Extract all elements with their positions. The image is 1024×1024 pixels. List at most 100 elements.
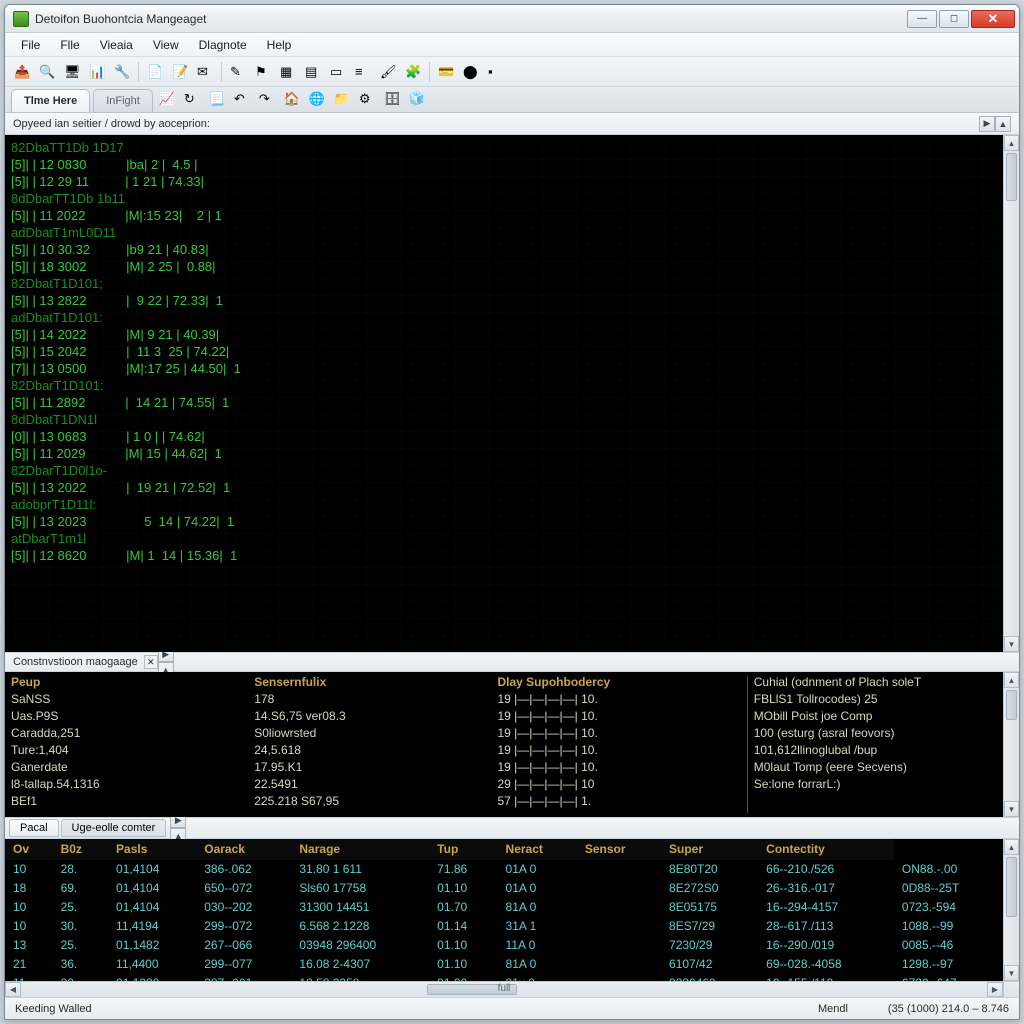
tab-inactive[interactable]: InFight [93,89,153,112]
mid-cell: 14.S6,75 ver08.3 [254,708,497,725]
main-vertical-scrollbar[interactable]: ▲ ▼ [1003,135,1019,652]
panel-scroll-right-icon[interactable]: ▶ [979,116,995,132]
terminal-output[interactable]: 82DbaTT1Db 1D17[5]| | 12 0830 |ba| 2 | 4… [5,135,1003,652]
chart-icon[interactable]: 📊 [86,61,108,83]
col-pasls[interactable]: Pasls [108,839,196,860]
cube-icon[interactable]: 🧊 [406,88,428,110]
doc-icon[interactable]: 📄 [144,61,166,83]
col-ov[interactable]: Ov [5,839,53,860]
mid-cell: 101,612llinoglubal /bup [754,742,997,759]
panel-scroll-controls: ▶ ▲ [979,116,1011,132]
col-super[interactable]: Super [661,839,758,860]
export-icon[interactable]: 📤 [11,61,33,83]
mid-col-3: Cuhial (odnment of Plach soleTFBLlS1 Tol… [754,674,997,815]
boxes-icon[interactable]: ▦ [277,61,299,83]
table-row[interactable]: 1325.01,1482267--06603948 29640001.1011A… [5,936,1003,955]
bottom-tab-pacal[interactable]: Pacal [9,819,59,837]
mid-cell: 17.95.K1 [254,759,497,776]
flag-icon[interactable]: ⚑ [252,61,274,83]
scroll-thumb[interactable] [1006,690,1017,720]
scroll-thumb[interactable] [1006,857,1017,917]
tab-toolbar: 📈↻📃↶↷🏠🌐📁⚙🗄🧊 [156,88,428,112]
edit-doc-icon[interactable]: 📝 [169,61,191,83]
globe-icon[interactable]: 🌐 [306,88,328,110]
lines-icon[interactable]: ≡ [352,61,374,83]
scroll-down-icon[interactable]: ▼ [1004,801,1019,817]
menu-flle[interactable]: Flle [50,35,89,55]
menu-dlagnote[interactable]: Dlagnote [189,35,257,55]
col-oarack[interactable]: Oarack [196,839,291,860]
bot-vertical-scrollbar[interactable]: ▲ ▼ [1003,839,1019,997]
table-row[interactable]: 1025.01,4104030--20231300 1445101.7081A … [5,898,1003,917]
puzzle-icon[interactable]: 🧩 [402,61,424,83]
mid-cell: Caradda,251 [11,725,254,742]
layout-icon[interactable]: ▭ [327,61,349,83]
mid-cell: 19 |—|—|—|—| 10. [498,742,741,759]
mid-cell: l8-tallap.54.1316 [11,776,254,793]
chart-small-icon[interactable]: 📈 [156,88,178,110]
db-icon[interactable]: 🗄 [381,88,403,110]
scroll-down-icon[interactable]: ▼ [1004,965,1019,981]
mid-cell: SaNSS [11,691,254,708]
table-row[interactable]: 1129.01,1389387--00118.58 335801.0081x 0… [5,974,1003,981]
menu-view[interactable]: View [143,35,189,55]
maximize-button[interactable]: ◻ [939,10,969,28]
grid-icon[interactable]: ▤ [302,61,324,83]
menu-file[interactable]: File [11,35,50,55]
scroll-left-icon[interactable]: ◀ [5,982,21,997]
status-left: Keeding Walled [15,1003,92,1015]
table-row[interactable]: 1028.01,4104386-.06231.80 1 61171.8601A … [5,860,1003,879]
data-table[interactable]: OvB0zPaslsOarackNarageTupNeractSensorSup… [5,839,1003,981]
tab-active[interactable]: Tlme Here [11,89,90,112]
col-neract[interactable]: Neract [498,839,577,860]
mid-cell: 19 |—|—|—|—| 10. [498,759,741,776]
col-sensor[interactable]: Sensor [577,839,661,860]
table-row[interactable]: 1030.11,4194299--0726.568 2.122801.1431A… [5,917,1003,936]
mid-cell: Se:lone forrarL:) [754,776,997,793]
col-contectity[interactable]: Contectity [758,839,894,860]
mail-icon[interactable]: ✉ [194,61,216,83]
mid-cell: Ture:1,404 [11,742,254,759]
page-icon[interactable]: 📃 [206,88,228,110]
close-button[interactable]: ✕ [971,10,1015,28]
scroll-thumb[interactable] [1006,153,1017,201]
redo-icon[interactable]: ↷ [256,88,278,110]
status-mid: Mendl [818,1003,848,1015]
undo-icon[interactable]: ↶ [231,88,253,110]
bottom-tab-uge-eolle-comter[interactable]: Uge-eolle comter [61,819,167,837]
brush-icon[interactable]: 🖌 [377,61,399,83]
block-icon[interactable]: ▪ [485,61,507,83]
scroll-down-icon[interactable]: ▼ [1004,636,1019,652]
col-tup[interactable]: Tup [429,839,497,860]
titlebar: Detoifon Buohontcia Mangeaget — ◻ ✕ [5,5,1019,33]
wrench-icon[interactable]: 🔧 [111,61,133,83]
pencil-icon[interactable]: ✎ [227,61,249,83]
mid-vertical-scrollbar[interactable]: ▲ ▼ [1003,672,1019,817]
window-title: Detoifon Buohontcia Mangeaget [35,12,907,26]
scroll-up-icon[interactable]: ▲ [1004,672,1019,688]
col-narage[interactable]: Narage [291,839,429,860]
search-icon[interactable]: 🔍 [36,61,58,83]
mid-panel-close-button[interactable]: ✕ [144,655,158,669]
col-b0z[interactable]: B0z [53,839,108,860]
scroll-right-icon[interactable]: ▶ [987,982,1003,997]
menubar: FileFlleVieaiaViewDlagnoteHelp [5,33,1019,57]
panel-scroll-up-icon[interactable]: ▲ [995,116,1011,132]
table-row[interactable]: 1869.01,4104650--072Sls60 1775801.1001A … [5,879,1003,898]
scroll-up-icon[interactable]: ▲ [1004,135,1019,151]
menu-help[interactable]: Help [257,35,302,55]
menu-vieaia[interactable]: Vieaia [90,35,143,55]
scroll-up-icon[interactable]: ▲ [1004,839,1019,855]
card-icon[interactable]: 💳 [435,61,457,83]
table-row[interactable]: 2136.11,4400299--07716.08 2-430701.1081A… [5,955,1003,974]
bot-horizontal-scrollbar[interactable]: ◀ full ▶ [5,981,1003,997]
stop-icon[interactable]: ⬤ [460,61,482,83]
refresh-icon[interactable]: ↻ [181,88,203,110]
mid-cell: M0laut Tomp (eere Secvens) [754,759,997,776]
minimize-button[interactable]: — [907,10,937,28]
monitor-icon[interactable]: 🖥 [61,61,83,83]
mid-cell: 178 [254,691,497,708]
folder-icon[interactable]: 📁 [331,88,353,110]
gear-icon[interactable]: ⚙ [356,88,378,110]
home-icon[interactable]: 🏠 [281,88,303,110]
